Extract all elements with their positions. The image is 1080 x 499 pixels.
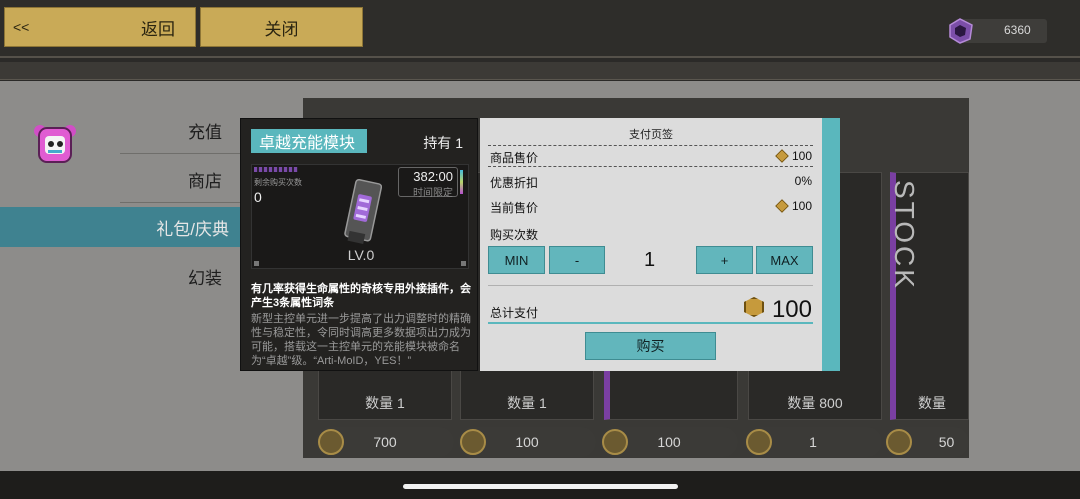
item-owned: 持有 1: [423, 135, 463, 151]
price-value: 100: [775, 149, 812, 163]
price-label: 商品售价: [490, 151, 539, 165]
minus-button[interactable]: -: [549, 246, 605, 274]
coin-icon: [775, 199, 789, 213]
back-button[interactable]: << 返回: [4, 7, 196, 47]
back-arrow-icon: <<: [13, 19, 30, 35]
min-button[interactable]: MIN: [488, 246, 545, 274]
remaining-value: 0: [254, 189, 262, 205]
payment-dialog: 支付页签 商品售价 100 优惠折扣 0% 当前售价 100 购买次数 MIN …: [480, 118, 822, 371]
timer-bar: [460, 170, 463, 194]
price-value: 700: [373, 434, 397, 450]
card-qty: 数量 1: [507, 395, 547, 411]
current-price-label: 当前售价: [490, 201, 539, 215]
discount-value: 0%: [794, 174, 812, 188]
item-info-panel: 卓越充能模块 持有 1 剩余购买次数 0 382:00 时间限定 LV.0 有几…: [240, 118, 478, 371]
card-qty: 数量 1: [365, 395, 405, 411]
current-price-value: 100: [775, 199, 812, 213]
timer-box: 382:00 时间限定: [398, 167, 463, 199]
quantity-value: 1: [644, 249, 656, 271]
plus-button[interactable]: +: [696, 246, 753, 274]
purple-gem-icon: [949, 18, 973, 44]
total-underline: [488, 322, 813, 324]
discount-label: 优惠折扣: [490, 176, 539, 190]
purchase-count-label: 购买次数: [490, 228, 539, 242]
timer-label: 时间限定: [413, 188, 453, 199]
stock-label: STOCK: [889, 180, 920, 291]
max-button[interactable]: MAX: [756, 246, 813, 274]
dashed-divider: [488, 145, 813, 146]
price-value: 50: [938, 434, 955, 450]
card-qty: 数量: [918, 395, 946, 411]
charge-module-icon: [344, 178, 382, 244]
price-tag: 50: [884, 427, 969, 457]
price-value: 100: [515, 434, 539, 450]
mascot-icon: [34, 125, 76, 163]
item-description: 新型主控单元进一步提高了出力调整时的精确性与稳定性，令同时调高更多数据项出力成为…: [251, 313, 471, 366]
payment-side-bar: [822, 118, 840, 371]
price-tag: 100: [600, 427, 738, 457]
coin-icon: [775, 149, 789, 163]
price-tag: 1: [744, 427, 882, 457]
current-price-amount: 100: [791, 199, 812, 213]
back-label: 返回: [141, 19, 175, 39]
item-effect: 有几率获得生命属性的奇核专用外接插件，会产生3条属性词条: [251, 283, 471, 309]
price-value: 100: [657, 434, 681, 450]
corner-mark: [461, 261, 466, 266]
dashed-divider: [488, 166, 813, 167]
item-level: LV.0: [347, 247, 375, 263]
purchase-bar: [254, 167, 298, 172]
price-value: 1: [809, 434, 817, 450]
buy-button[interactable]: 购买: [585, 332, 716, 360]
coin-icon: [744, 297, 764, 317]
top-bar: << 返回 关闭 6360: [0, 0, 1080, 58]
item-image-area: 剩余购买次数 0 382:00 时间限定 LV.0: [251, 164, 469, 269]
divider: [488, 285, 813, 286]
remaining-label: 剩余购买次数: [254, 178, 302, 187]
timer-value: 382:00: [413, 169, 453, 184]
total-value: 100: [771, 296, 812, 323]
price-tag: 700: [316, 427, 454, 457]
total-label: 总计支付: [490, 306, 539, 320]
payment-title: 支付页签: [629, 129, 673, 141]
corner-mark: [254, 261, 259, 266]
home-indicator[interactable]: [403, 484, 678, 489]
close-button[interactable]: 关闭: [200, 7, 363, 47]
item-name: 卓越充能模块: [251, 129, 367, 153]
price-tag: 100: [458, 427, 596, 457]
header-divider: [0, 62, 1080, 80]
currency-value: 6360: [1004, 23, 1031, 37]
card-qty: 数量 800: [787, 395, 843, 411]
price-amount: 100: [791, 149, 812, 163]
